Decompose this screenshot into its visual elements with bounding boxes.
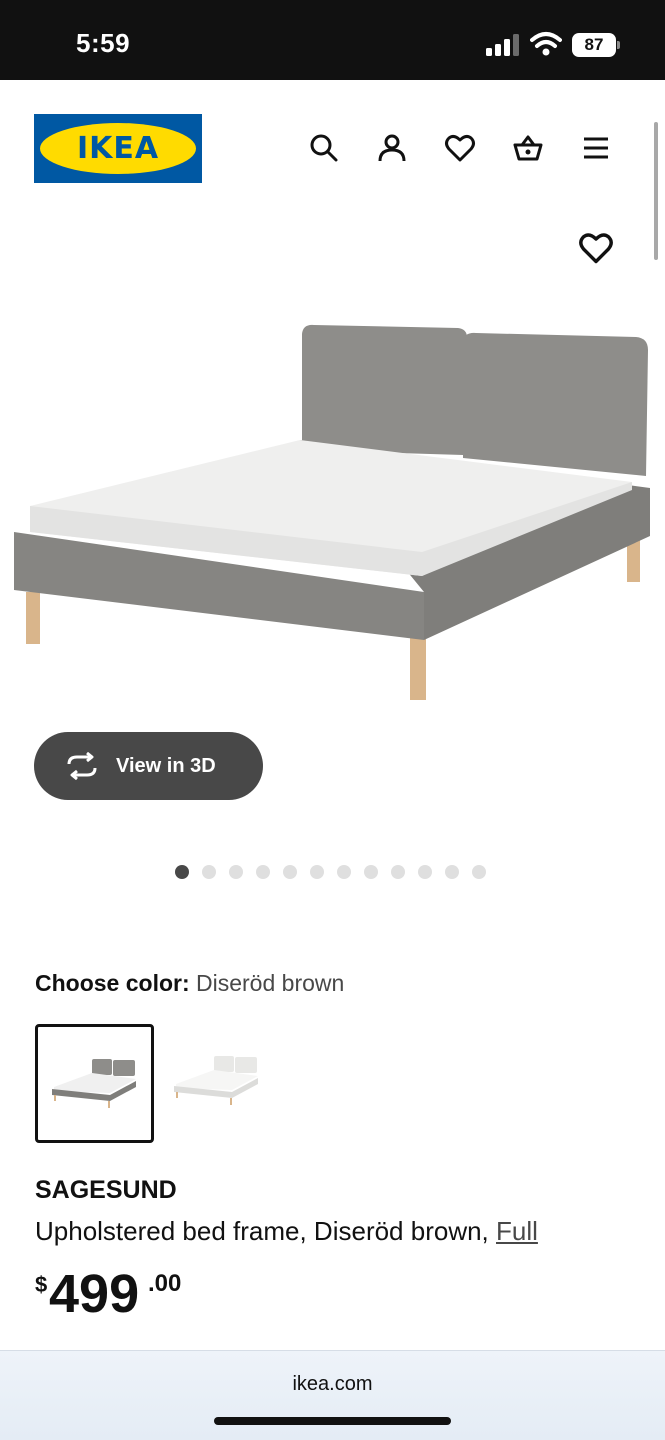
battery-icon: 87 [572,33,620,57]
product-description: Upholstered bed frame, Diseröd brown, Fu… [35,1216,538,1247]
carousel-dot[interactable] [175,865,189,879]
price-decimal: .00 [148,1270,182,1297]
battery-tip [617,41,620,49]
carousel-dot[interactable] [391,865,405,879]
product-description-text: Upholstered bed frame, Diseröd brown, [35,1216,489,1246]
favorites-icon[interactable] [442,130,478,166]
choose-color-label: Choose color: [35,970,190,996]
carousel-dot[interactable] [337,865,351,879]
selected-color: Diseröd brown [196,970,345,996]
color-swatch-gray[interactable] [35,1024,154,1143]
choose-color-row: Choose color: Diseröd brown [35,970,344,997]
carousel-dot[interactable] [229,865,243,879]
logo-text: IKEA [76,131,160,166]
logo-oval: IKEA [40,123,196,174]
basket-icon[interactable] [510,130,546,166]
carousel-dot[interactable] [202,865,216,879]
browser-address-bar[interactable]: ikea.com [0,1350,665,1440]
page-scrollbar[interactable] [654,122,658,260]
url-text[interactable]: ikea.com [0,1373,665,1396]
wifi-icon [530,32,562,56]
rotate-3d-icon [67,752,97,780]
menu-icon[interactable] [578,130,614,166]
carousel-dot[interactable] [364,865,378,879]
product-size-link[interactable]: Full [496,1216,538,1246]
status-bar: 5:59 87 [0,0,665,80]
carousel-dot[interactable] [256,865,270,879]
carousel-dot[interactable] [445,865,459,879]
battery-level: 87 [572,33,616,57]
view-in-3d-label: View in 3D [116,755,216,777]
white-bed-thumbnail [174,1056,258,1105]
home-indicator[interactable] [214,1417,451,1425]
price-integer: 499 [49,1264,140,1324]
carousel-dot[interactable] [283,865,297,879]
heart-icon[interactable] [578,230,614,266]
product-name: SAGESUND [35,1176,177,1204]
status-time: 5:59 [76,28,131,58]
account-icon[interactable] [374,130,410,166]
carousel-dot[interactable] [310,865,324,879]
image-carousel-dots[interactable] [175,865,486,879]
search-icon[interactable] [306,130,342,166]
price-currency: $ [35,1272,48,1297]
color-swatch-white[interactable] [160,1024,279,1143]
product-image[interactable] [0,300,665,710]
ikea-logo[interactable]: IKEA [34,114,202,183]
signal-icon [486,34,519,56]
carousel-dot[interactable] [472,865,486,879]
view-in-3d-button[interactable]: View in 3D [34,732,263,800]
gray-bed-thumbnail [52,1059,136,1108]
carousel-dot[interactable] [418,865,432,879]
